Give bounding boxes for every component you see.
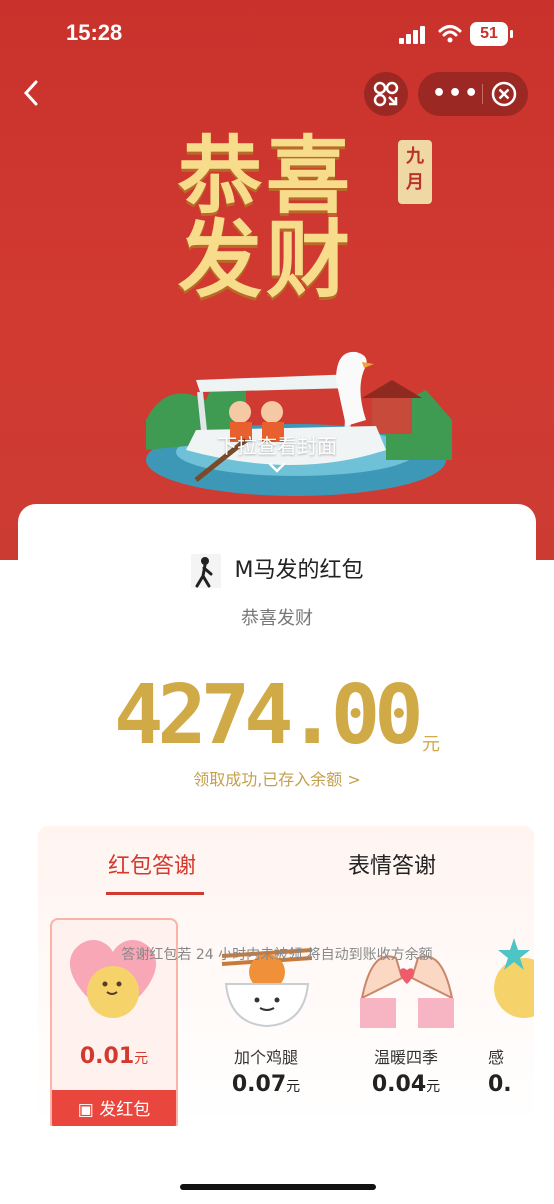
tab-packet-thanks[interactable]: 红包答谢 bbox=[108, 848, 196, 880]
status-bar: 15:28 51 bbox=[0, 16, 554, 48]
send-packet-button[interactable]: ▣ 发红包 bbox=[52, 1090, 176, 1126]
scan-button[interactable] bbox=[364, 72, 408, 116]
active-tab-underline bbox=[106, 892, 204, 895]
heart-hug-icon bbox=[69, 939, 157, 1018]
chevron-down-icon bbox=[268, 462, 286, 473]
gift-price: 0.07元 bbox=[231, 1072, 301, 1097]
home-indicator[interactable] bbox=[180, 1184, 376, 1190]
more-button[interactable]: ••• bbox=[432, 81, 478, 106]
back-button[interactable] bbox=[20, 78, 50, 108]
gift-name: 加个鸡腿 bbox=[233, 1048, 298, 1067]
wifi-icon bbox=[438, 25, 462, 43]
packet-detail-card: M马发的红包 恭喜发财 4274.00 元 领取成功,已存入余额 > 红包答谢 … bbox=[18, 504, 536, 1204]
packet-cover: 15:28 51 ••• 恭喜发财 九月 下拉查看封面 bbox=[0, 0, 554, 560]
thanks-panel: 红包答谢 表情答谢 0.01元 ▣ 发红包 加个鸡腿 0.07元 温暖四季 0.… bbox=[38, 826, 534, 1126]
chevron-left-icon bbox=[23, 80, 38, 106]
battery-icon: 51 bbox=[470, 22, 513, 46]
status-time: 15:28 bbox=[66, 20, 123, 45]
balance-link[interactable]: 领取成功,已存入余额 > bbox=[18, 766, 536, 790]
sender-row: M马发的红包 bbox=[18, 552, 536, 588]
scan-icon bbox=[373, 81, 399, 107]
gift-name: 感 bbox=[488, 1048, 505, 1067]
signal-icon bbox=[399, 26, 431, 44]
amount-value: 4274.00 bbox=[114, 668, 424, 763]
capsule-divider bbox=[482, 84, 483, 104]
avatar bbox=[190, 554, 221, 588]
pull-down-hint[interactable]: 下拉查看封面 bbox=[0, 430, 554, 459]
gift-box-icon: ▣ bbox=[77, 1100, 100, 1120]
amount-unit: 元 bbox=[422, 734, 440, 755]
mini-program-capsule: ••• bbox=[418, 72, 528, 116]
sender-name: M马发的红包 bbox=[234, 558, 364, 583]
blessing-text: 恭喜发财 bbox=[241, 608, 313, 629]
auto-return-note: 答谢红包若 24 小时内未被领,将自动到账收方余额 bbox=[121, 947, 433, 963]
close-button[interactable] bbox=[490, 80, 518, 108]
tab-sticker-thanks[interactable]: 表情答谢 bbox=[348, 848, 436, 880]
month-tag: 九月 bbox=[398, 140, 432, 204]
cover-title: 恭喜发财 bbox=[178, 127, 355, 309]
gift-price: 0.04元 bbox=[371, 1072, 441, 1097]
boat-scene-illustration bbox=[146, 351, 452, 496]
gift-price: 0. bbox=[488, 1072, 512, 1097]
gift-price: 0.01元 bbox=[79, 1044, 149, 1069]
gift-name: 温暖四季 bbox=[373, 1048, 438, 1067]
